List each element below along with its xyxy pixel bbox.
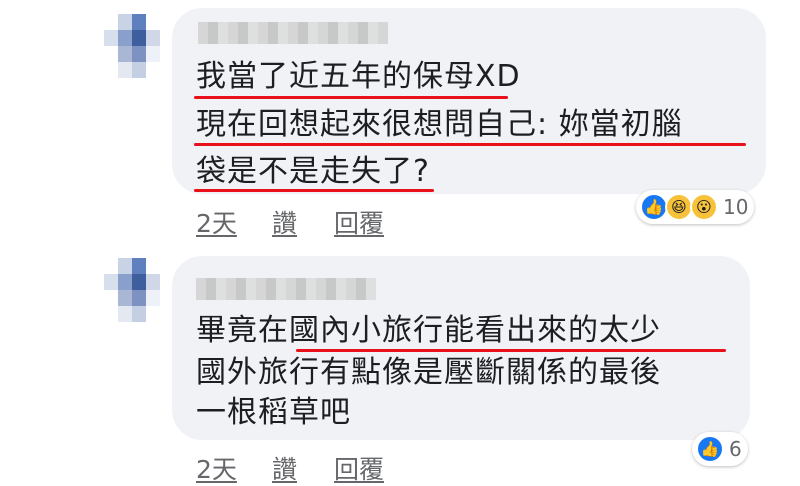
like-icon: 👍 bbox=[640, 193, 668, 221]
author-name-blurred[interactable] bbox=[196, 278, 376, 300]
comment-text-line: 現在回想起來很想問自己: 妳當初腦 bbox=[196, 107, 683, 142]
reaction-summary[interactable]: 👍 6 bbox=[692, 432, 748, 466]
highlight-underline bbox=[194, 96, 508, 99]
highlight-underline bbox=[296, 349, 726, 352]
reaction-count: 6 bbox=[729, 437, 742, 461]
like-button[interactable]: 讚 bbox=[272, 450, 297, 486]
like-icon: 👍 bbox=[696, 435, 724, 463]
comment-text-line: 袋是不是走失了? bbox=[196, 154, 430, 189]
like-button[interactable]: 讚 bbox=[272, 204, 297, 240]
comment-text-line: 我當了近五年的保母XD bbox=[196, 59, 521, 94]
avatar[interactable] bbox=[104, 258, 160, 322]
comment-bubble: 我當了近五年的保母XD 現在回想起來很想問自己: 妳當初腦 袋是不是走失了? bbox=[172, 8, 766, 194]
avatar[interactable] bbox=[104, 14, 160, 78]
timestamp-link[interactable]: 2天 bbox=[196, 450, 237, 486]
haha-icon: 😆 bbox=[665, 193, 693, 221]
reaction-summary[interactable]: 👍 😆 😮 10 bbox=[636, 190, 755, 224]
reply-button[interactable]: 回覆 bbox=[334, 450, 384, 486]
wow-icon: 😮 bbox=[690, 193, 718, 221]
reply-button[interactable]: 回覆 bbox=[334, 204, 384, 240]
comment-text-line: 一根稻草吧 bbox=[196, 395, 351, 430]
reaction-count: 10 bbox=[723, 195, 749, 219]
comment-text-line: 國外旅行有點像是壓斷關係的最後 bbox=[196, 355, 661, 390]
author-name-blurred[interactable] bbox=[198, 22, 388, 44]
comment-bubble: 畢竟在國內小旅行能看出來的太少 國外旅行有點像是壓斷關係的最後 一根稻草吧 bbox=[172, 256, 750, 440]
timestamp-link[interactable]: 2天 bbox=[196, 204, 237, 240]
highlight-underline bbox=[194, 143, 746, 146]
highlight-underline bbox=[194, 189, 434, 192]
comment-text-line: 畢竟在國內小旅行能看出來的太少 bbox=[196, 313, 661, 348]
